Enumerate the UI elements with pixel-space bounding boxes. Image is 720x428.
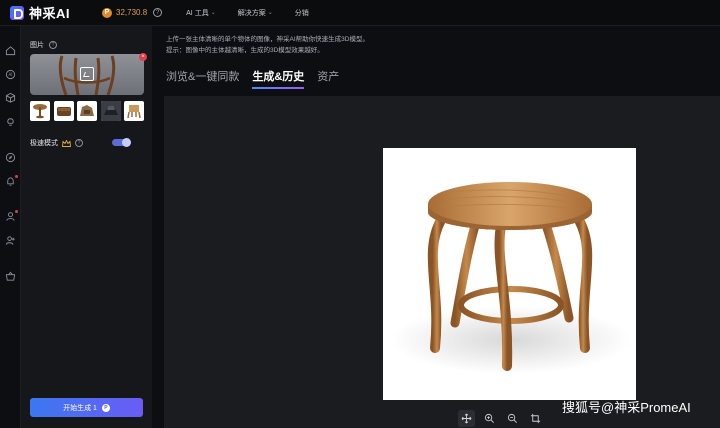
notification-dot — [15, 175, 18, 178]
nav-item-ai-tools[interactable]: AI 工具 ⌄ — [186, 8, 216, 18]
nav-item-solutions[interactable]: 解决方案 ⌄ — [238, 8, 273, 18]
top-bar: 神采AI P 32,730.8 ? AI 工具 ⌄ 解决方案 ⌄ 分销 — [0, 0, 720, 26]
upload-hint: 上传一张主体清晰的单个物体的图像，神采AI帮助你快速生成3D模型。 — [166, 36, 369, 43]
sample-thumbnail[interactable] — [53, 101, 74, 121]
sample-thumbnail[interactable] — [100, 101, 121, 121]
shop-icon[interactable] — [5, 271, 16, 282]
replace-image-icon[interactable] — [80, 67, 94, 81]
zoom-out-icon[interactable] — [504, 410, 521, 427]
image-section-label: 图片 ? — [30, 40, 57, 50]
stool-render[interactable] — [383, 148, 636, 400]
move-icon[interactable] — [458, 410, 475, 427]
help-icon[interactable]: ? — [153, 8, 163, 17]
image-label: 图片 — [30, 42, 44, 49]
main-area: 上传一张主体清晰的单个物体的图像，神采AI帮助你快速生成3D模型。 提示：图像中… — [152, 26, 720, 428]
logo[interactable]: 神采AI — [10, 3, 90, 22]
nav-label: 分销 — [294, 9, 309, 17]
help-icon[interactable]: ? — [75, 139, 83, 147]
crown-icon — [62, 139, 71, 147]
sample-thumbnail[interactable] — [124, 101, 144, 121]
compass-icon[interactable] — [5, 152, 16, 163]
crop-icon[interactable] — [527, 410, 544, 427]
token-icon: P — [101, 403, 110, 412]
nav-label: 解决方案 — [237, 9, 266, 17]
ai-icon[interactable]: AI — [5, 69, 16, 80]
chevron-down-icon: ⌄ — [210, 10, 216, 16]
bell-icon[interactable] — [5, 175, 18, 187]
viewer-toolbar — [458, 410, 550, 427]
speed-mode-label: 极速模式 — [30, 140, 58, 147]
settings-panel: 图片 ? × 极速模式 ? 开始生成 1 P — [21, 26, 152, 428]
credits-balance[interactable]: P 32,730.8 ? — [102, 7, 163, 18]
home-icon[interactable] — [5, 45, 16, 56]
tab-browse[interactable]: 浏览&一键同款 — [166, 68, 239, 84]
tab-generate-history[interactable]: 生成&历史 — [252, 68, 304, 89]
uploaded-image-preview[interactable] — [30, 54, 144, 95]
credits-value: 32,730.8 — [116, 8, 148, 17]
top-nav: AI 工具 ⌄ 解决方案 ⌄ 分销 — [186, 8, 331, 18]
logo-icon — [10, 5, 24, 20]
generate-button[interactable]: 开始生成 1 P — [30, 398, 143, 417]
cube-icon[interactable] — [5, 92, 16, 103]
upload-tip: 提示：图像中的主体越清晰，生成的3D模型效果越好。 — [166, 47, 324, 54]
remove-image-button[interactable]: × — [139, 53, 147, 61]
coin-icon: P — [102, 7, 112, 18]
watermark: 搜狐号@神采PromeAI — [562, 400, 691, 415]
chevron-down-icon: ⌄ — [267, 10, 273, 16]
sample-thumbnail[interactable] — [77, 101, 97, 121]
bulb-icon[interactable] — [5, 116, 16, 127]
stool-image — [391, 182, 631, 374]
sample-thumbnails — [30, 101, 148, 121]
view-tabs: 浏览&一键同款 生成&历史 资产 — [166, 68, 352, 89]
sample-thumbnail[interactable] — [30, 101, 50, 121]
zoom-in-icon[interactable] — [481, 410, 498, 427]
preview-stage: 搜狐号@神采PromeAI — [164, 96, 720, 428]
user-icon[interactable] — [5, 210, 18, 222]
nav-label: AI 工具 — [186, 9, 209, 17]
tab-assets[interactable]: 资产 — [317, 68, 339, 84]
logo-text: 神采AI — [29, 6, 71, 21]
notification-dot — [15, 210, 18, 213]
help-icon[interactable]: ? — [49, 41, 57, 49]
nav-item-distribution[interactable]: 分销 — [295, 8, 309, 18]
icon-rail: AI — [0, 26, 21, 428]
speed-mode-toggle[interactable] — [112, 138, 131, 147]
generate-label: 开始生成 1 — [63, 404, 97, 412]
user-plus-icon[interactable] — [5, 235, 16, 246]
svg-text:AI: AI — [8, 72, 12, 77]
